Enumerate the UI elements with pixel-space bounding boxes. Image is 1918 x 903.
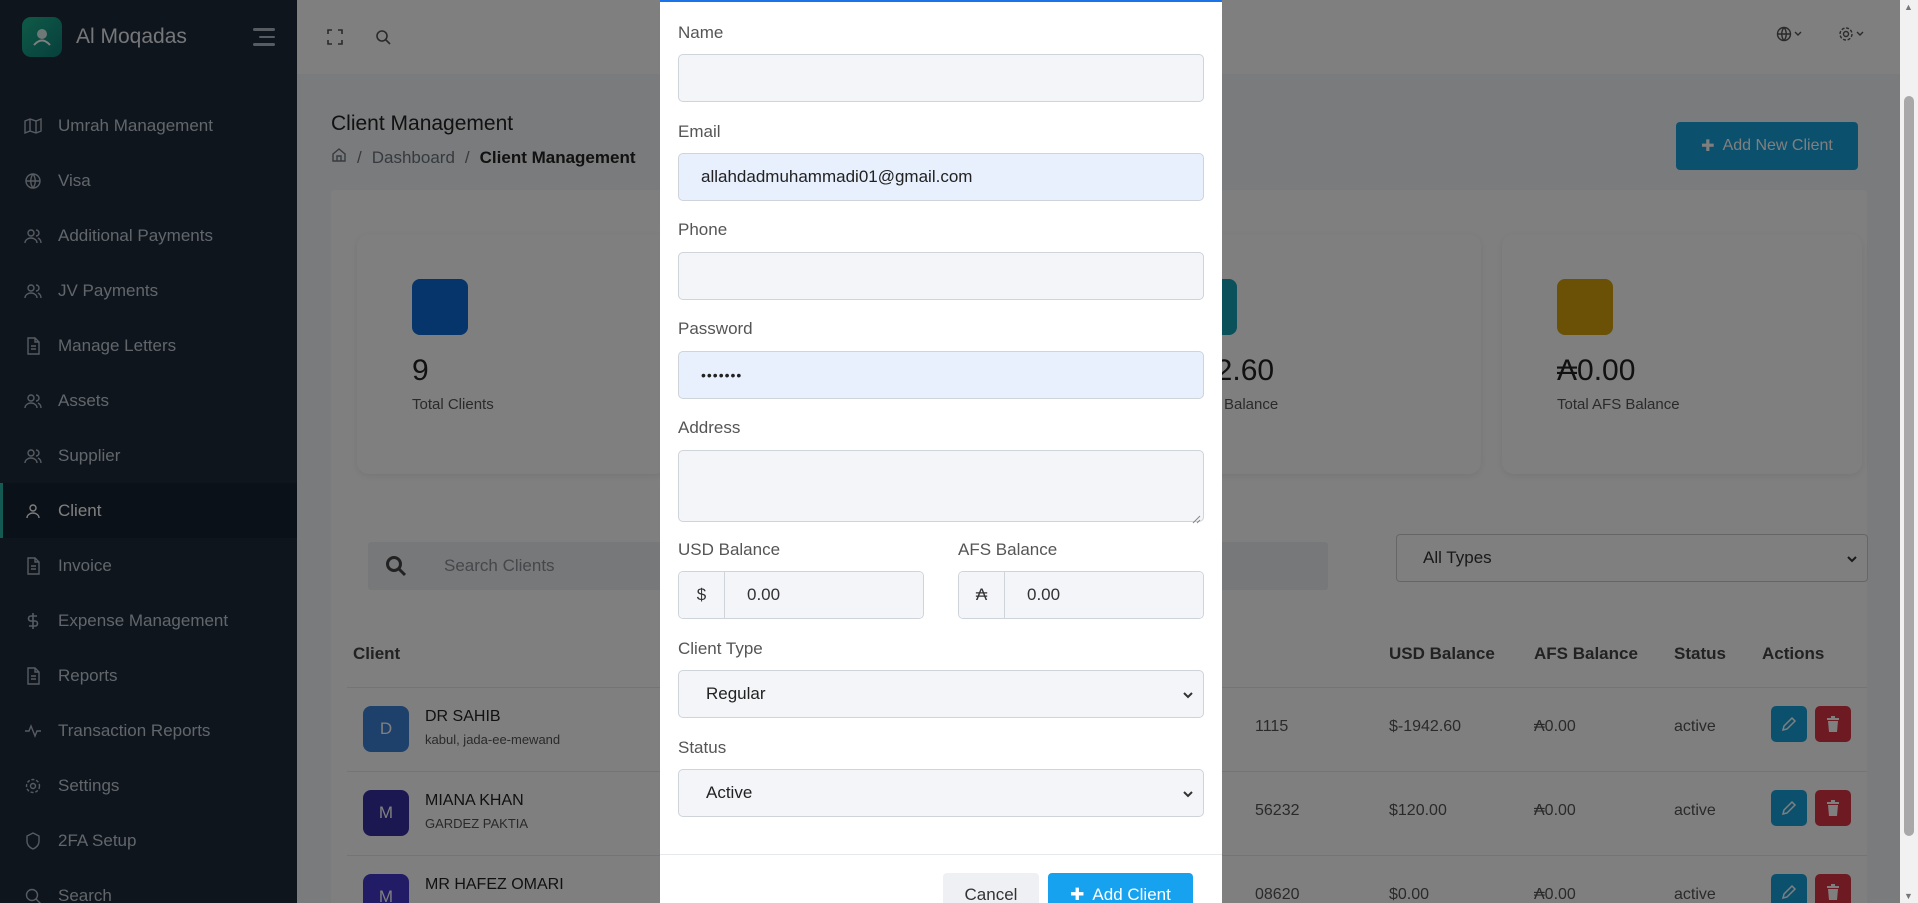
password-label: Password xyxy=(678,319,753,338)
status-label: Status xyxy=(678,738,727,757)
phone-label: Phone xyxy=(678,220,728,239)
status-value: Active xyxy=(706,783,753,802)
email-label: Email xyxy=(678,122,721,141)
client-type-label: Client Type xyxy=(678,639,763,658)
phone-input[interactable] xyxy=(678,252,1204,300)
afs-balance-input[interactable]: 0.00 xyxy=(1005,572,1203,618)
resize-handle-icon[interactable] xyxy=(1191,509,1201,524)
client-type-select[interactable]: Regular xyxy=(678,670,1204,718)
password-input[interactable]: ••••••• xyxy=(678,351,1204,399)
email-input[interactable]: allahdadmuhammadi01@gmail.com xyxy=(678,153,1204,201)
add-client-label: Add Client xyxy=(1092,885,1171,903)
usd-prefix: $ xyxy=(679,572,725,618)
chevron-down-icon xyxy=(1181,687,1195,707)
scroll-up-icon[interactable]: ▲ xyxy=(1904,2,1913,12)
afs-balance-label: AFS Balance xyxy=(958,540,1058,559)
afs-balance-group: ₳ 0.00 xyxy=(958,571,1204,619)
scrollbar-thumb[interactable] xyxy=(1904,96,1914,836)
scrollbar[interactable]: ▲ ▼ xyxy=(1900,0,1918,903)
plus-icon: ✚ xyxy=(1070,885,1085,903)
address-label: Address xyxy=(678,418,741,437)
modal-footer: Cancel ✚ Add Client xyxy=(660,854,1222,903)
status-select[interactable]: Active xyxy=(678,769,1204,817)
cancel-button[interactable]: Cancel xyxy=(943,873,1039,903)
name-label: Name xyxy=(678,23,724,42)
client-type-value: Regular xyxy=(706,684,766,703)
address-textarea[interactable] xyxy=(678,450,1204,524)
scroll-down-icon[interactable]: ▼ xyxy=(1904,891,1913,901)
add-client-button[interactable]: ✚ Add Client xyxy=(1048,873,1193,903)
afs-prefix: ₳ xyxy=(959,572,1005,618)
usd-balance-input[interactable]: 0.00 xyxy=(725,572,923,618)
add-client-modal: Name Email allahdadmuhammadi01@gmail.com… xyxy=(660,0,1222,903)
name-input[interactable] xyxy=(678,54,1204,102)
usd-balance-group: $ 0.00 xyxy=(678,571,924,619)
chevron-down-icon xyxy=(1181,786,1195,806)
usd-balance-label: USD Balance xyxy=(678,540,781,559)
